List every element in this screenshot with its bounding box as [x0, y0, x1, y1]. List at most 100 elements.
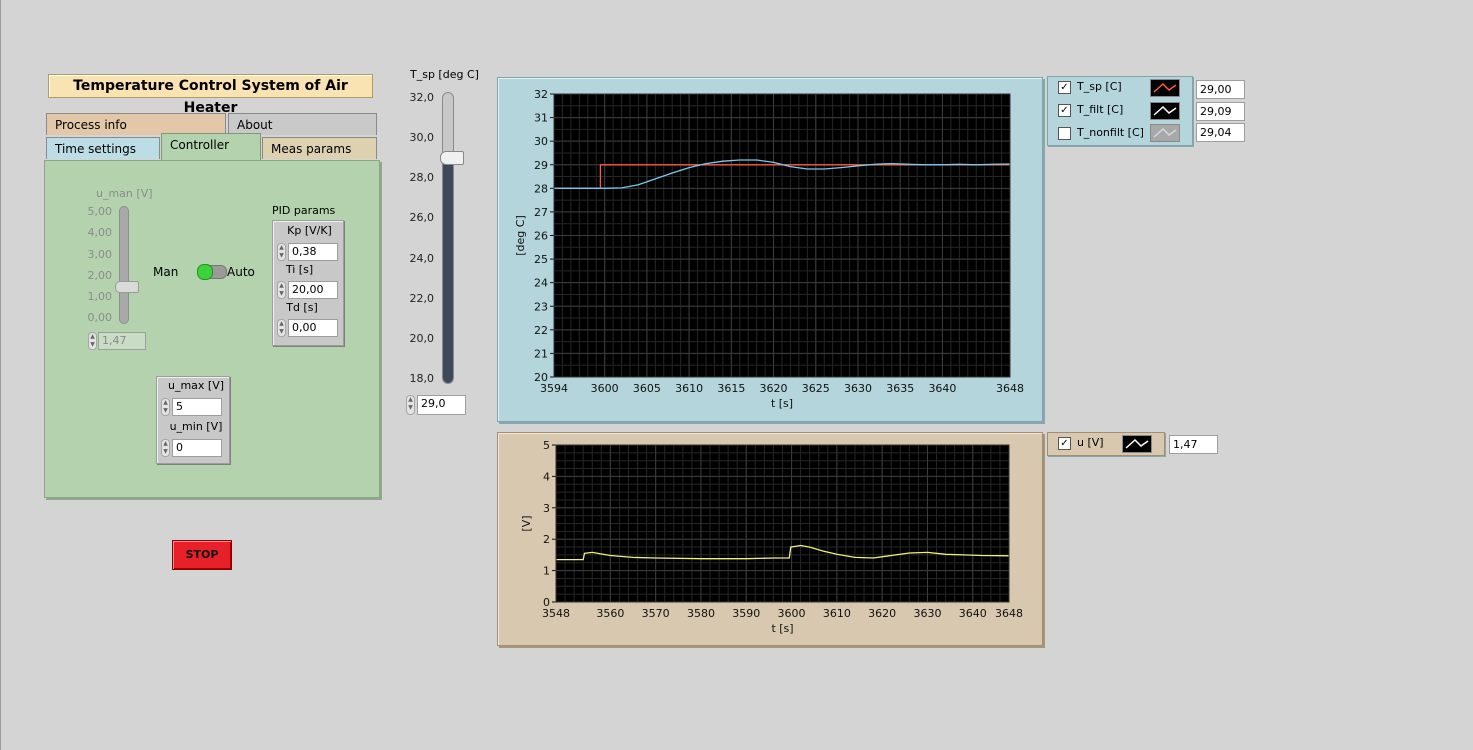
y-tick-label: 2: [543, 533, 550, 546]
y-tick-label: 1: [543, 565, 550, 578]
tsp-slider-label: T_sp [deg C]: [410, 68, 479, 81]
stop-button[interactable]: STOP: [172, 540, 232, 570]
y-tick-label: 28: [534, 182, 548, 195]
control-chart[interactable]: 3548 3560 3570 3580 3590 3600 3610 3620 3630 3640…: [497, 432, 1043, 646]
legend-tsp-value: 29,00: [1196, 80, 1245, 99]
u-man-slider-track[interactable]: [119, 206, 129, 324]
u-man-spinner[interactable]: ▲ ▼: [88, 332, 97, 350]
ti-field[interactable]: 20,00: [288, 281, 338, 299]
y-tick-label: 32: [534, 88, 548, 101]
x-tick-label: 3640: [959, 607, 987, 620]
legend-tnonfilt-label: T_nonfilt [C]: [1077, 126, 1144, 139]
temperature-plot-area: 3594 3600 3605 3610 3615 3620 3625 3630 3635 3640…: [514, 88, 1024, 410]
tab-meas-params[interactable]: Meas params: [262, 137, 377, 159]
legend-tfilt-label: T_filt [C]: [1077, 103, 1124, 116]
u-man-label: u_man [V]: [96, 187, 153, 200]
u-man-slider-thumb[interactable]: [115, 281, 139, 293]
man-label: Man: [153, 265, 179, 279]
u-man-tick: 4,00: [87, 226, 113, 239]
u-man-tick: 1,00: [87, 290, 113, 303]
x-tick-label: 3620: [868, 607, 896, 620]
tsp-value[interactable]: 29,0: [417, 395, 466, 415]
pid-params-label: PID params: [272, 204, 336, 217]
legend-u-label: u [V]: [1077, 436, 1104, 449]
u-min-field[interactable]: 0: [172, 439, 222, 457]
legend-tfilt-checkbox[interactable]: ✓: [1058, 104, 1071, 117]
td-spinner[interactable]: ▲ ▼: [277, 319, 286, 337]
tsp-spinner[interactable]: ▲ ▼: [406, 395, 415, 415]
tsp-slider-thumb[interactable]: [440, 151, 464, 166]
legend-tnonfilt-swatch[interactable]: [1150, 124, 1180, 142]
tsp-tick: 24,0: [409, 252, 435, 265]
x-tick-label: 3580: [687, 607, 715, 620]
y-tick-label: 29: [534, 159, 548, 172]
kp-field[interactable]: 0,38: [288, 243, 338, 261]
u-max-field[interactable]: 5: [172, 398, 222, 416]
x-tick-label: 3610: [675, 382, 703, 395]
x-tick-label: 3648: [996, 382, 1024, 395]
kp-spinner[interactable]: ▲ ▼: [277, 243, 286, 261]
x-tick-label: 3560: [596, 607, 624, 620]
legend-tfilt-value: 29,09: [1196, 102, 1245, 121]
ti-label: Ti [s]: [285, 263, 314, 276]
y-tick-label: 0: [543, 596, 550, 609]
x-tick-label: 3590: [732, 607, 760, 620]
tsp-tick: 32,0: [409, 91, 435, 104]
tsp-tick: 18,0: [409, 372, 435, 385]
y-tick-label: 23: [534, 300, 548, 313]
tsp-tick: 30,0: [409, 131, 435, 144]
x-tick-label: 3620: [760, 382, 788, 395]
window-edge: [0, 0, 1, 750]
mode-switch-led: [197, 264, 213, 280]
x-tick-label: 3605: [633, 382, 661, 395]
y-tick-label: 3: [543, 502, 550, 515]
u-man-tick: 3,00: [87, 248, 113, 261]
tsp-tick: 22,0: [409, 292, 435, 305]
u-min-spinner[interactable]: ▲ ▼: [161, 439, 170, 457]
x-tick-label: 3610: [823, 607, 851, 620]
temperature-chart[interactable]: 3594 3600 3605 3610 3615 3620 3625 3630 3635 3640…: [497, 77, 1043, 422]
td-field[interactable]: 0,00: [288, 319, 338, 337]
x-tick-label: 3570: [642, 607, 670, 620]
y-tick-label: 21: [534, 347, 548, 360]
u-max-label: u_max [V]: [167, 379, 225, 392]
x-tick-label: 3625: [802, 382, 830, 395]
x-tick-label: 3635: [886, 382, 914, 395]
td-label: Td [s]: [286, 301, 318, 314]
y-tick-label: 20: [534, 371, 548, 384]
y-axis-label: [deg C]: [514, 215, 527, 256]
y-tick-label: 5: [543, 439, 550, 452]
ti-spinner[interactable]: ▲ ▼: [277, 281, 286, 299]
u-man-tick: 2,00: [87, 269, 113, 282]
legend-tsp-checkbox[interactable]: ✓: [1058, 81, 1071, 94]
y-tick-label: 30: [534, 135, 548, 148]
tab-controller[interactable]: Controller: [161, 133, 261, 161]
u-min-label: u_min [V]: [169, 420, 223, 433]
legend-tfilt-swatch[interactable]: [1150, 102, 1180, 120]
legend-u-checkbox[interactable]: ✓: [1058, 437, 1071, 450]
x-tick-label: 3600: [591, 382, 619, 395]
tab-about[interactable]: About: [228, 113, 377, 135]
auto-label: Auto: [227, 265, 255, 279]
legend-tnonfilt-checkbox[interactable]: [1058, 127, 1071, 140]
u-man-tick: 5,00: [87, 205, 113, 218]
tsp-slider-fill: [443, 157, 453, 383]
tsp-tick: 26,0: [409, 211, 435, 224]
y-axis-label: [V]: [520, 515, 533, 531]
control-plot-area: 3548 3560 3570 3580 3590 3600 3610 3620 3630 3640…: [520, 439, 1023, 635]
y-tick-label: 31: [534, 112, 548, 125]
tab-process-info[interactable]: Process info: [46, 113, 226, 135]
x-tick-label: 3640: [928, 382, 956, 395]
u-max-spinner[interactable]: ▲ ▼: [161, 398, 170, 416]
kp-label: Kp [V/K]: [287, 224, 332, 237]
tab-time-settings[interactable]: Time settings: [46, 137, 160, 159]
u-man-value[interactable]: 1,47: [98, 332, 146, 350]
x-axis-label: t [s]: [771, 622, 793, 635]
u-man-tick: 0,00: [87, 311, 113, 324]
legend-tsp-label: T_sp [C]: [1077, 80, 1122, 93]
legend-tsp-swatch[interactable]: [1150, 79, 1180, 97]
legend-u-swatch[interactable]: [1122, 435, 1152, 453]
y-tick-label: 4: [543, 470, 550, 483]
x-tick-label: 3648: [995, 607, 1023, 620]
x-tick-label: 3600: [778, 607, 806, 620]
